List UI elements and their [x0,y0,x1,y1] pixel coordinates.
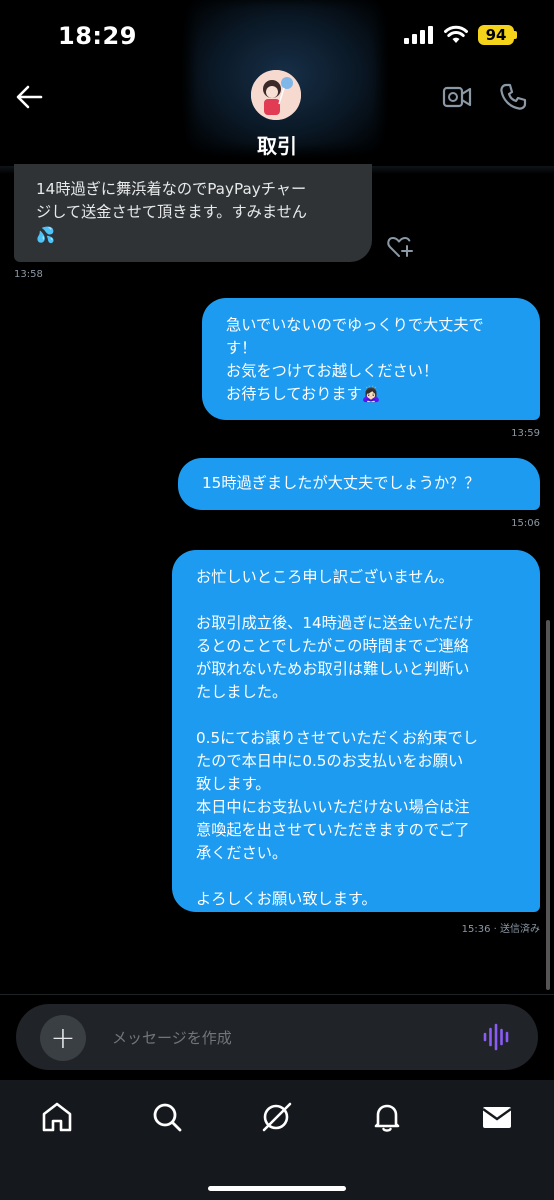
grok-icon[interactable] [260,1100,294,1134]
message-bubble-outgoing[interactable]: お忙しいところ申し訳ございません。 お取引成立後、14時過ぎに送金いただけ ると… [172,550,540,912]
plus-icon[interactable]: + [40,1015,86,1061]
heart-plus-icon[interactable] [386,232,414,260]
message-input[interactable]: メッセージを作成 [112,1027,232,1048]
message-bubble-outgoing[interactable]: 急いでいないのでゆっくりで大丈夫で す！ お気をつけてお越しください！ お待ちし… [202,298,540,420]
scrollbar[interactable] [546,620,550,990]
home-indicator [208,1186,346,1191]
bell-icon[interactable] [370,1100,404,1134]
battery-indicator: 94 [478,25,514,45]
timestamp: 13:58 [14,269,43,280]
wifi-icon [444,25,468,43]
search-icon[interactable] [150,1100,184,1134]
battery-nub [514,31,517,39]
video-call-icon[interactable] [442,84,472,110]
timestamp-sent: 15:36 · 送信済み [461,924,540,935]
message-composer[interactable] [16,1004,538,1070]
voice-icon[interactable] [482,1022,512,1052]
phone-icon[interactable] [498,82,528,112]
timestamp: 13:59 [511,428,540,439]
timestamp: 15:06 [511,518,540,529]
mail-icon[interactable] [480,1100,514,1134]
composer-divider [0,994,554,995]
conversation-title: 取引 [257,134,297,158]
back-arrow-icon[interactable] [14,82,44,112]
home-icon[interactable] [40,1100,74,1134]
message-bubble-incoming[interactable]: 14時過ぎに舞浜着なのでPayPayチャー ジして送金させて頂きます。すみません… [14,164,372,262]
avatar[interactable] [251,70,301,120]
message-bubble-outgoing[interactable]: 15時過ぎましたが大丈夫でしょうか？？ [178,458,540,510]
tab-bar [0,1080,554,1200]
status-time: 18:29 [58,22,137,50]
signal-icon [404,26,433,44]
